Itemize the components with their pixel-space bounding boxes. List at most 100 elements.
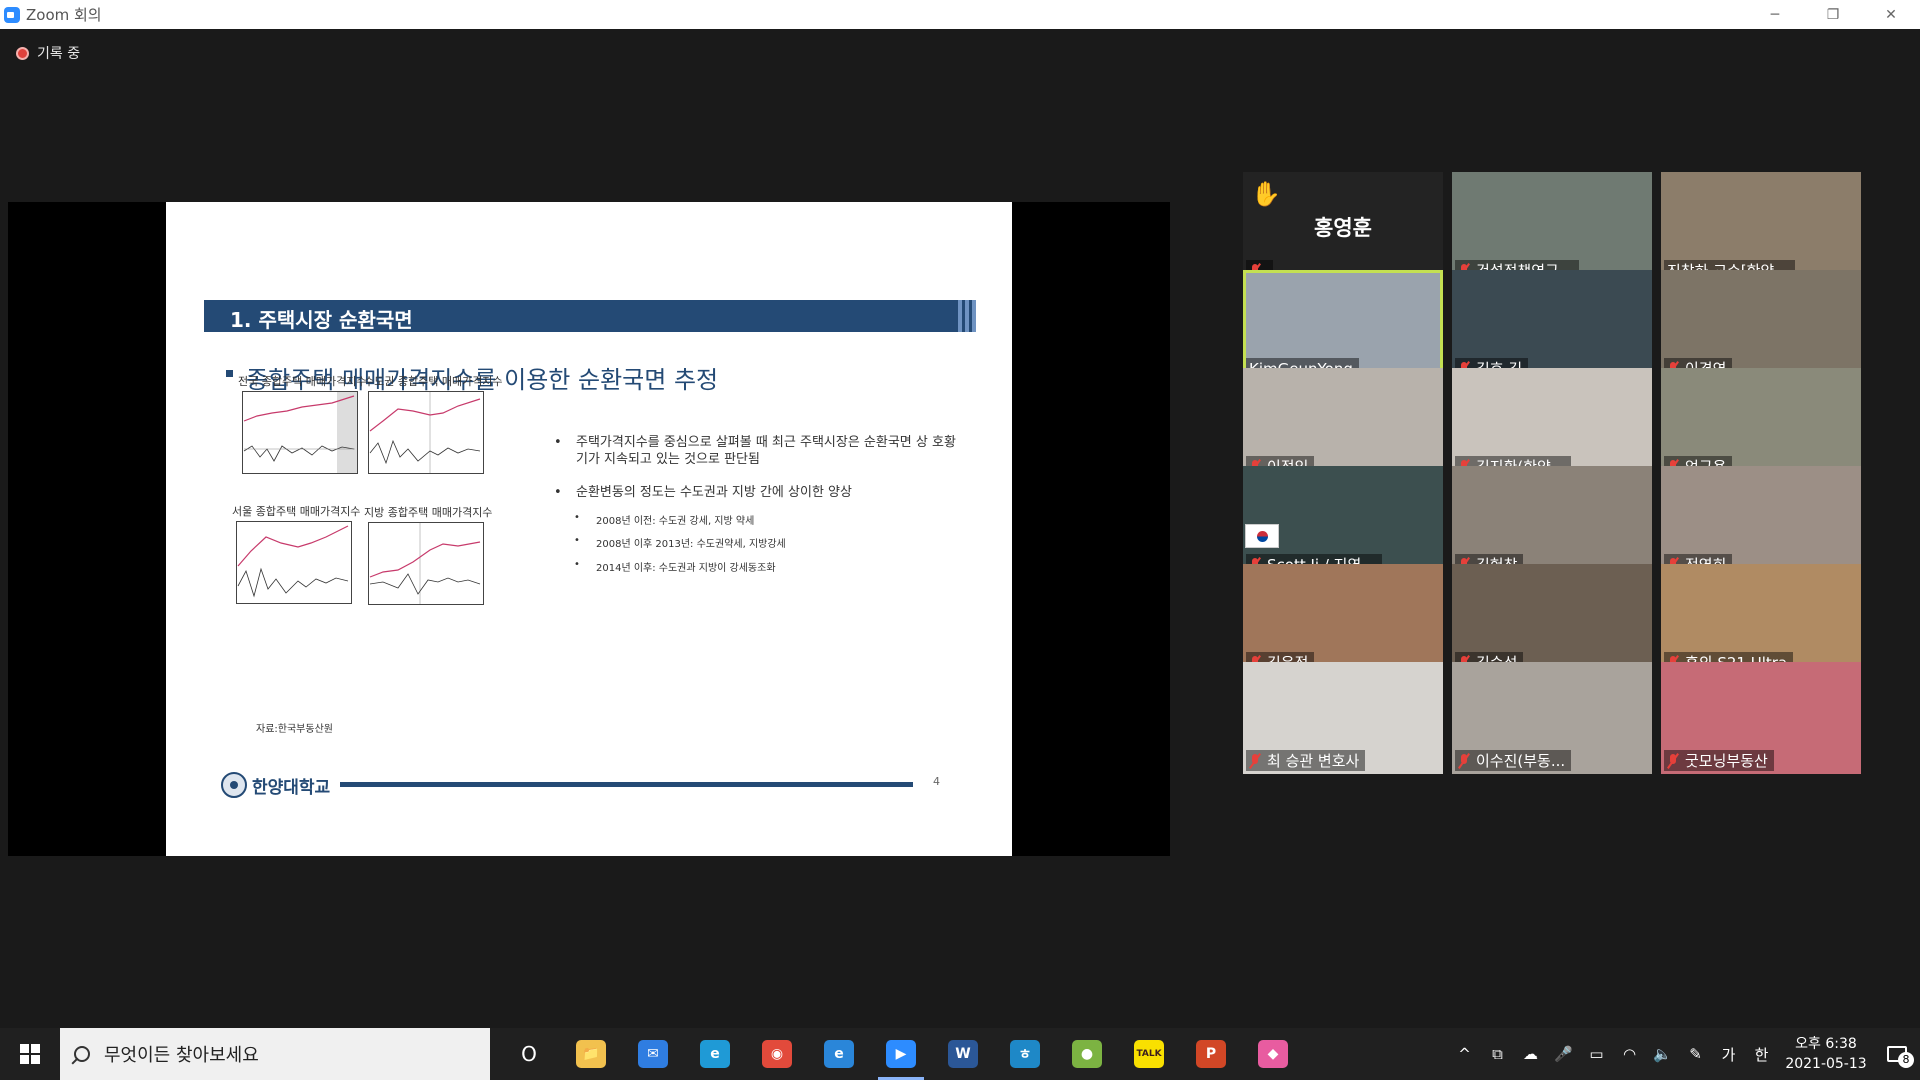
meet-now-icon[interactable]: ⧉ (1481, 1045, 1514, 1063)
taskbar-app-file-explorer[interactable]: 📁 (560, 1028, 622, 1080)
chart-capital-plot (368, 391, 484, 474)
korea-flag-icon (1245, 524, 1279, 548)
chart-seoul-plot (236, 521, 352, 604)
ime-language-icon[interactable]: 한 (1745, 1044, 1778, 1065)
slide-header-bar: 1. 주택시장 순환국면 (204, 300, 976, 332)
file-explorer-icon: 📁 (576, 1040, 606, 1068)
participant-tile[interactable]: 이경연 (1661, 270, 1861, 382)
participant-label: 굿모닝부동산 (1664, 750, 1774, 771)
participant-name: 굿모닝부동산 (1685, 752, 1768, 770)
muted-mic-icon (1249, 753, 1261, 769)
pinned-apps: O 📁 ✉ e ◉ e ▶ W ㅎ ● TALK P ◆ (498, 1028, 1304, 1080)
onedrive-icon[interactable]: ☁ (1514, 1045, 1547, 1063)
participant-tile[interactable]: 이정임 (1243, 368, 1443, 480)
show-hidden-icons[interactable]: ^ (1448, 1045, 1481, 1063)
pen-icon[interactable]: ✎ (1679, 1045, 1712, 1063)
taskbar-search[interactable]: 무엇이든 찾아보세요 (60, 1028, 490, 1080)
taskbar-clock[interactable]: 오후 6:38 2021-05-13 (1778, 1034, 1874, 1074)
restore-button[interactable]: ❐ (1804, 0, 1862, 29)
taskbar-app-chrome[interactable]: ◉ (746, 1028, 808, 1080)
taskbar-app-edge[interactable]: e (684, 1028, 746, 1080)
university-name: 한양대학교 (252, 777, 331, 798)
search-placeholder: 무엇이든 찾아보세요 (104, 1045, 259, 1066)
minimize-button[interactable]: ─ (1746, 0, 1804, 29)
taskbar-app-color-app[interactable]: ● (1056, 1028, 1118, 1080)
taskbar-app-paint-app[interactable]: ◆ (1242, 1028, 1304, 1080)
zoom-app-icon (4, 6, 20, 23)
powerpoint-icon: P (1196, 1040, 1226, 1068)
chart-regional-plot (368, 522, 484, 605)
participant-tile[interactable]: 김승섭 (1452, 564, 1652, 676)
ime-mode-icon[interactable]: 가 (1712, 1044, 1745, 1065)
participant-name: 이수진(부동... (1476, 752, 1566, 770)
taskbar-app-powerpoint[interactable]: P (1180, 1028, 1242, 1080)
sub-bullet-2: • 2008년 이후 2013년: 수도권약세, 지방강세 (574, 535, 786, 550)
participant-tile[interactable]: 굿모닝부동산 (1661, 662, 1861, 774)
meeting-stage: 기록 중 1. 주택시장 순환국면 종합주택 매매가격지수를 이용한 순환국면 … (0, 29, 1920, 1028)
window-titlebar: Zoom 회의 ─ ❐ ✕ (0, 0, 1920, 29)
participant-tile[interactable]: Scott Ji / 지영... (1243, 466, 1443, 578)
word-icon: W (948, 1040, 978, 1068)
participant-tile[interactable]: 훈의 S21 Ultra (1661, 564, 1861, 676)
participant-tile[interactable]: KimGeunYong (1243, 270, 1443, 382)
color-app-icon: ● (1072, 1040, 1102, 1068)
windows-taskbar: 무엇이든 찾아보세요 O 📁 ✉ e ◉ e ▶ W ㅎ ● TALK P ◆ ^ ⧉ ☁ 🎤 ▭ ◠ 🔈 ✎ 가 한 … (0, 1028, 1920, 1080)
participant-tile[interactable]: 이수진(부동... (1452, 662, 1652, 774)
taskbar-app-zoom[interactable]: ▶ (870, 1028, 932, 1080)
paint-app-icon: ◆ (1258, 1040, 1288, 1068)
participant-tile[interactable]: 길호 김 (1452, 270, 1652, 382)
recording-indicator[interactable]: 기록 중 (16, 43, 80, 63)
window-title: Zoom 회의 (26, 6, 102, 24)
close-button[interactable]: ✕ (1862, 0, 1920, 29)
participant-name-center: 홍영훈 (1314, 216, 1372, 240)
chart-caption: 수도권 종합주택 매매가격지수 (364, 375, 503, 388)
muted-mic-icon (1667, 753, 1679, 769)
microphone-icon[interactable]: 🎤 (1547, 1045, 1580, 1063)
volume-icon[interactable]: 🔈 (1646, 1045, 1679, 1063)
participant-tile[interactable]: 진창하 교수[한양... (1661, 172, 1861, 284)
mail-icon: ✉ (638, 1040, 668, 1068)
clock-date: 2021-05-13 (1785, 1056, 1867, 1072)
edge-icon: e (700, 1040, 730, 1068)
university-seal-icon (221, 772, 247, 798)
battery-icon[interactable]: ▭ (1580, 1045, 1613, 1063)
bullet-2: • 순환변동의 정도는 수도권과 지방 간에 상이한 양상 (554, 485, 852, 500)
sub-bullet-3: • 2014년 이후: 수도권과 지방이 강세동조화 (574, 559, 776, 574)
start-button[interactable] (0, 1028, 60, 1080)
participant-tile[interactable]: 전영희 (1661, 466, 1861, 578)
taskbar-app-internet-explorer[interactable]: e (808, 1028, 870, 1080)
notification-center-button[interactable]: 8 (1874, 1046, 1920, 1068)
chart-caption: 전국 종합주택 매매가격지수 (238, 375, 367, 388)
taskbar-app-kakaotalk[interactable]: TALK (1118, 1028, 1180, 1080)
kakaotalk-icon: TALK (1134, 1040, 1164, 1068)
notification-count: 8 (1898, 1052, 1914, 1068)
hwp-icon: ㅎ (1010, 1040, 1040, 1068)
participant-name: 최 승관 변호사 (1267, 752, 1360, 770)
participant-tile[interactable]: ✋ 홍영훈 (1243, 172, 1443, 284)
internet-explorer-icon: e (824, 1040, 854, 1068)
sub-bullet-1: • 2008년 이전: 수도권 강세, 지방 약세 (574, 512, 755, 527)
window-controls: ─ ❐ ✕ (1746, 0, 1920, 29)
participant-tile[interactable]: 김헌창 (1452, 466, 1652, 578)
wifi-icon[interactable]: ◠ (1613, 1045, 1646, 1063)
chart-national-plot (242, 391, 358, 474)
participant-tile[interactable]: 최 승관 변호사 (1243, 662, 1443, 774)
footer-divider (340, 782, 913, 787)
taskbar-app-hwp[interactable]: ㅎ (994, 1028, 1056, 1080)
participant-tile[interactable]: 엄근용 (1661, 368, 1861, 480)
participant-label: 이수진(부동... (1455, 750, 1572, 771)
task-view-button[interactable]: O (498, 1028, 560, 1080)
shared-screen[interactable]: 1. 주택시장 순환국면 종합주택 매매가격지수를 이용한 순환국면 추정 전국… (8, 202, 1170, 856)
participant-tile[interactable]: 김지환(한양... (1452, 368, 1652, 480)
recording-label: 기록 중 (37, 46, 81, 62)
taskbar-app-mail[interactable]: ✉ (622, 1028, 684, 1080)
raised-hand-icon: ✋ (1251, 180, 1281, 208)
chart-caption: 서울 종합주택 매매가격지수 (232, 505, 361, 518)
taskbar-app-word[interactable]: W (932, 1028, 994, 1080)
muted-mic-icon (1458, 753, 1470, 769)
chart-caption: 지방 종합주택 매매가격지수 (364, 506, 493, 519)
participant-tile[interactable]: 김은정 (1243, 564, 1443, 676)
chart-source: 자료:한국부동산원 (256, 724, 333, 735)
participant-tile[interactable]: 건설정책연구... (1452, 172, 1652, 284)
square-bullet-icon (226, 370, 233, 377)
